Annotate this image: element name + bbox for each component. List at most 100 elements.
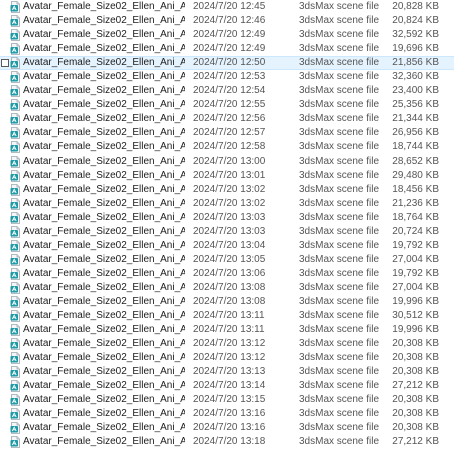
file-type: 3dsMax scene file (299, 57, 380, 69)
3dsmax-file-icon (10, 169, 21, 182)
3dsmax-file-icon (10, 394, 21, 407)
file-size: 20,308 KB (392, 394, 439, 406)
file-size: 29,480 KB (392, 169, 439, 181)
file-date-modified: 2024/7/20 13:05 (193, 253, 266, 265)
3dsmax-file-icon (10, 71, 21, 84)
file-row[interactable]: Avatar_Female_Size02_Ellen_Ani_Attack_..… (0, 183, 454, 197)
file-date-modified: 2024/7/20 12:55 (193, 99, 266, 111)
file-row[interactable]: Avatar_Female_Size02_Ellen_Ani_Attack_..… (0, 323, 454, 337)
file-type: 3dsMax scene file (299, 85, 380, 97)
3dsmax-file-icon (10, 197, 21, 210)
file-type: 3dsMax scene file (299, 281, 380, 293)
3dsmax-file-icon (10, 85, 21, 98)
file-name: Avatar_Female_Size02_Ellen_Ani_Attack_..… (23, 169, 185, 181)
3dsmax-file-icon (10, 1, 21, 13)
file-row[interactable]: Avatar_Female_Size02_Ellen_Ani_Attack_..… (0, 112, 454, 126)
file-row[interactable]: Avatar_Female_Size02_Ellen_Ani_Attack_..… (0, 281, 454, 295)
file-row[interactable]: Avatar_Female_Size02_Ellen_Ani_Attack_..… (0, 337, 454, 351)
file-name: Avatar_Female_Size02_Ellen_Ani_Attack_..… (23, 408, 185, 420)
file-size: 20,724 KB (392, 225, 439, 237)
file-type: 3dsMax scene file (299, 15, 380, 27)
file-name: Avatar_Female_Size02_Ellen_Ani_Attack_..… (23, 1, 185, 12)
file-date-modified: 2024/7/20 13:16 (193, 422, 266, 434)
file-row[interactable]: Avatar_Female_Size02_Ellen_Ani_Attack_..… (0, 239, 454, 253)
file-name: Avatar_Female_Size02_Ellen_Ani_Attack_..… (23, 15, 185, 27)
file-row[interactable]: Avatar_Female_Size02_Ellen_Ani_Attack_..… (0, 379, 454, 393)
file-type: 3dsMax scene file (299, 127, 380, 139)
file-row[interactable]: Avatar_Female_Size02_Ellen_Ani_Attack_..… (0, 421, 454, 435)
file-name: Avatar_Female_Size02_Ellen_Ani_Attack_..… (23, 197, 185, 209)
file-date-modified: 2024/7/20 13:01 (193, 169, 266, 181)
file-name: Avatar_Female_Size02_Ellen_Ani_Attack_..… (23, 85, 185, 97)
file-size: 19,696 KB (392, 43, 439, 55)
file-row[interactable]: Avatar_Female_Size02_Ellen_Ani_Attack_..… (0, 393, 454, 407)
file-type: 3dsMax scene file (299, 394, 380, 406)
file-size: 23,400 KB (392, 85, 439, 97)
file-row[interactable]: Avatar_Female_Size02_Ellen_Ani_Attack_..… (0, 14, 454, 28)
file-size: 30,512 KB (392, 310, 439, 322)
file-row[interactable]: Avatar_Female_Size02_Ellen_Ani_Attack_..… (0, 70, 454, 84)
file-row[interactable]: Avatar_Female_Size02_Ellen_Ani_Attack_..… (0, 309, 454, 323)
file-row[interactable]: Avatar_Female_Size02_Ellen_Ani_Attack_..… (0, 407, 454, 421)
file-date-modified: 2024/7/20 13:16 (193, 408, 266, 420)
3dsmax-file-icon (10, 422, 21, 435)
file-row[interactable]: Avatar_Female_Size02_Ellen_Ani_Attack_..… (0, 169, 454, 183)
file-name: Avatar_Female_Size02_Ellen_Ani_Attack_..… (23, 141, 185, 153)
file-type: 3dsMax scene file (299, 99, 380, 111)
file-size: 19,792 KB (392, 267, 439, 279)
file-type: 3dsMax scene file (299, 141, 380, 153)
file-name: Avatar_Female_Size02_Ellen_Ani_Attack_..… (23, 267, 185, 279)
file-row[interactable]: Avatar_Female_Size02_Ellen_Ani_Attack_..… (0, 435, 454, 449)
file-row[interactable]: Avatar_Female_Size02_Ellen_Ani_Attack_..… (0, 267, 454, 281)
file-size: 27,212 KB (392, 380, 439, 392)
file-type: 3dsMax scene file (299, 422, 380, 434)
file-row[interactable]: Avatar_Female_Size02_Ellen_Ani_Attack_..… (0, 211, 454, 225)
file-row[interactable]: Avatar_Female_Size02_Ellen_Ani_Attack_..… (0, 197, 454, 211)
3dsmax-file-icon (10, 352, 21, 365)
file-row[interactable]: Avatar_Female_Size02_Ellen_Ani_Attack_..… (0, 225, 454, 239)
file-row[interactable]: Avatar_Female_Size02_Ellen_Ani_Attack_..… (0, 253, 454, 267)
file-row[interactable]: Avatar_Female_Size02_Ellen_Ani_Attack_..… (0, 140, 454, 154)
file-row[interactable]: Avatar_Female_Size02_Ellen_Ani_Attack_..… (0, 56, 454, 71)
file-size: 18,744 KB (392, 141, 439, 153)
file-row[interactable]: Avatar_Female_Size02_Ellen_Ani_Attack_..… (0, 351, 454, 365)
file-row[interactable]: Avatar_Female_Size02_Ellen_Ani_Attack_..… (0, 0, 454, 14)
file-row[interactable]: Avatar_Female_Size02_Ellen_Ani_Attack_..… (0, 155, 454, 169)
file-type: 3dsMax scene file (299, 169, 380, 181)
file-row[interactable]: Avatar_Female_Size02_Ellen_Ani_Attack_..… (0, 126, 454, 140)
file-date-modified: 2024/7/20 13:11 (193, 324, 265, 336)
file-name: Avatar_Female_Size02_Ellen_Ani_Attack_..… (23, 99, 185, 111)
file-name: Avatar_Female_Size02_Ellen_Ani_Attack_..… (23, 211, 185, 223)
row-checkbox[interactable] (1, 59, 9, 68)
3dsmax-file-icon (10, 29, 21, 41)
file-size: 20,308 KB (392, 422, 439, 434)
file-date-modified: 2024/7/20 12:54 (193, 85, 266, 97)
file-size: 21,856 KB (392, 57, 439, 69)
file-date-modified: 2024/7/20 12:50 (193, 57, 266, 69)
file-date-modified: 2024/7/20 12:53 (193, 71, 266, 83)
3dsmax-file-icon (10, 211, 21, 224)
file-row[interactable]: Avatar_Female_Size02_Ellen_Ani_Attack_..… (0, 365, 454, 379)
file-date-modified: 2024/7/20 12:58 (193, 141, 266, 153)
file-name: Avatar_Female_Size02_Ellen_Ani_Attack_..… (23, 281, 185, 293)
file-name: Avatar_Female_Size02_Ellen_Ani_Attack_..… (23, 253, 185, 265)
file-row[interactable]: Avatar_Female_Size02_Ellen_Ani_Attack_..… (0, 295, 454, 309)
file-date-modified: 2024/7/20 13:08 (193, 295, 266, 307)
file-name: Avatar_Female_Size02_Ellen_Ani_Attack_..… (23, 127, 185, 139)
file-row[interactable]: Avatar_Female_Size02_Ellen_Ani_Attack_..… (0, 98, 454, 112)
file-size: 19,996 KB (392, 295, 439, 307)
file-size: 20,308 KB (392, 366, 439, 378)
3dsmax-file-icon (10, 155, 21, 168)
file-type: 3dsMax scene file (299, 436, 380, 448)
file-row[interactable]: Avatar_Female_Size02_Ellen_Ani_Attack_..… (0, 28, 454, 42)
file-row[interactable]: Avatar_Female_Size02_Ellen_Ani_Attack_..… (0, 84, 454, 98)
file-type: 3dsMax scene file (299, 29, 380, 41)
file-size: 20,828 KB (392, 1, 439, 12)
file-row[interactable]: Avatar_Female_Size02_Ellen_Ani_Attack_..… (0, 42, 454, 56)
3dsmax-file-icon (10, 127, 21, 140)
file-size: 20,308 KB (392, 338, 439, 350)
file-date-modified: 2024/7/20 13:11 (193, 310, 265, 322)
file-type: 3dsMax scene file (299, 239, 380, 251)
file-date-modified: 2024/7/20 13:06 (193, 267, 266, 279)
file-name: Avatar_Female_Size02_Ellen_Ani_Attack_..… (23, 295, 185, 307)
